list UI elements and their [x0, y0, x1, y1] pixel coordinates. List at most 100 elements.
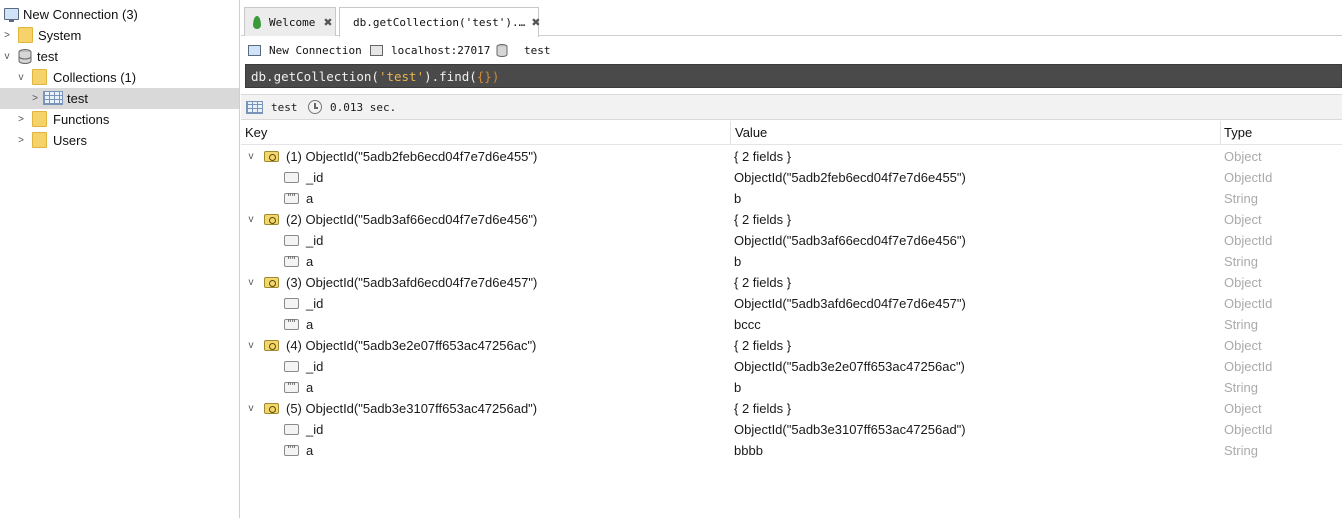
cell-key: a	[306, 317, 314, 332]
field-row[interactable]: _id ObjectId("5adb3e3107ff653ac47256ad") O…	[241, 419, 1342, 440]
tab-welcome[interactable]: Welcome ✖	[244, 7, 336, 36]
monitor-icon	[248, 45, 261, 56]
cell-value: ObjectId("5adb2feb6ecd04f7e7d6e455")	[734, 170, 966, 185]
column-header-value[interactable]: Value	[731, 121, 767, 145]
cell-value: b	[734, 254, 742, 269]
cell-value: { 2 fields }	[734, 338, 792, 353]
cell-type: String	[1224, 380, 1258, 395]
cell-key: _id	[306, 233, 324, 248]
chevron-right-icon[interactable]: >	[1, 25, 13, 46]
document-icon	[264, 214, 279, 225]
document-row[interactable]: v (1) ObjectId("5adb2feb6ecd04f7e7d6e455"…	[241, 146, 1342, 167]
database-icon	[496, 44, 508, 57]
field-row[interactable]: _id ObjectId("5adb3e2e07ff653ac47256ac") O…	[241, 356, 1342, 377]
field-row[interactable]: "" a bccc String	[241, 314, 1342, 335]
column-header-key[interactable]: Key	[241, 121, 267, 145]
collection-grid-icon	[246, 100, 263, 114]
cell-value: bccc	[734, 317, 761, 332]
chevron-down-icon[interactable]: v	[245, 398, 257, 419]
query-filter: {}	[476, 68, 492, 84]
chevron-down-icon[interactable]: v	[245, 146, 257, 167]
document-row[interactable]: v (2) ObjectId("5adb3af66ecd04f7e7d6e456"…	[241, 209, 1342, 230]
chevron-down-icon[interactable]: v	[245, 272, 257, 293]
chevron-right-icon[interactable]: >	[15, 130, 27, 151]
cell-type: String	[1224, 443, 1258, 458]
cell-type: ObjectId	[1224, 233, 1273, 248]
tree-item-users[interactable]: > Users	[0, 130, 239, 151]
document-row[interactable]: v (5) ObjectId("5adb3e3107ff653ac47256ad"…	[241, 398, 1342, 419]
string-field-icon: ""	[284, 319, 299, 330]
string-field-icon: ""	[284, 445, 299, 456]
document-icon	[264, 403, 279, 414]
cell-value: ObjectId("5adb3e3107ff653ac47256ad")	[734, 422, 966, 437]
document-icon	[264, 277, 279, 288]
field-row[interactable]: _id ObjectId("5adb3afd6ecd04f7e7d6e457") O…	[241, 293, 1342, 314]
tree-item-functions[interactable]: > Functions	[0, 109, 239, 130]
chevron-down-icon[interactable]: v	[245, 209, 257, 230]
info-connection-label: New Connection	[269, 44, 362, 57]
field-row[interactable]: "" a b String	[241, 188, 1342, 209]
cell-key: (4) ObjectId("5adb3e2e07ff653ac47256ac")	[286, 338, 537, 353]
document-row[interactable]: v (4) ObjectId("5adb3e2e07ff653ac47256ac"…	[241, 335, 1342, 356]
field-row[interactable]: "" a b String	[241, 377, 1342, 398]
tab-query[interactable]: db.getCollection('test').… ✖	[339, 7, 540, 37]
tree-item-label: test	[67, 91, 88, 106]
result-status-bar: test 0.013 sec.	[241, 94, 1342, 120]
tree-item-label: New Connection (3)	[23, 7, 138, 22]
tree-item-label: test	[37, 49, 58, 64]
cell-key: _id	[306, 359, 324, 374]
field-icon	[284, 424, 299, 435]
tree-item-collections[interactable]: v Collections (1)	[0, 67, 239, 88]
close-icon[interactable]: ✖	[531, 16, 540, 29]
chevron-down-icon[interactable]: v	[15, 67, 27, 88]
cell-value: bbbb	[734, 443, 763, 458]
tree-item-label: Functions	[53, 112, 110, 127]
field-row[interactable]: _id ObjectId("5adb2feb6ecd04f7e7d6e455") O…	[241, 167, 1342, 188]
status-time: 0.013 sec.	[308, 95, 396, 119]
column-header-type[interactable]: Type	[1220, 121, 1252, 145]
string-field-icon: ""	[284, 382, 299, 393]
info-database-label: test	[524, 44, 551, 57]
cell-key: a	[306, 191, 314, 206]
cell-value: ObjectId("5adb3e2e07ff653ac47256ac")	[734, 359, 965, 374]
query-method: ).find(	[424, 68, 477, 84]
cell-type: String	[1224, 317, 1258, 332]
cell-value: ObjectId("5adb3afd6ecd04f7e7d6e457")	[734, 296, 966, 311]
cell-type: ObjectId	[1224, 170, 1273, 185]
chevron-right-icon[interactable]: >	[29, 88, 41, 109]
status-collection: test	[246, 95, 298, 119]
cell-key: _id	[306, 170, 324, 185]
connection-info-bar: New Connection localhost:27017 test	[241, 37, 1342, 64]
tree-item-label: System	[38, 28, 82, 43]
field-icon	[284, 172, 299, 183]
string-field-icon: ""	[284, 256, 299, 267]
field-row[interactable]: "" a b String	[241, 251, 1342, 272]
info-server-label: localhost:27017	[391, 44, 491, 57]
chevron-down-icon[interactable]: v	[1, 46, 13, 67]
cell-key: a	[306, 443, 314, 458]
tree-item-system[interactable]: > System	[0, 25, 239, 46]
document-icon	[264, 340, 279, 351]
close-icon[interactable]: ✖	[323, 16, 332, 29]
chevron-down-icon[interactable]: v	[245, 335, 257, 356]
tree-item-database-test[interactable]: v test	[0, 46, 239, 67]
field-row[interactable]: _id ObjectId("5adb3af66ecd04f7e7d6e456") O…	[241, 230, 1342, 251]
field-row[interactable]: "" a bbbb String	[241, 440, 1342, 461]
field-icon	[284, 298, 299, 309]
query-editor[interactable]: db.getCollection('test').find({})	[245, 64, 1342, 88]
document-row[interactable]: v (3) ObjectId("5adb3afd6ecd04f7e7d6e457"…	[241, 272, 1342, 293]
cell-value: { 2 fields }	[734, 401, 792, 416]
tree-item-collection-test[interactable]: > test	[0, 88, 239, 109]
string-field-icon: ""	[284, 193, 299, 204]
cell-type: Object	[1224, 401, 1262, 416]
cell-key: (1) ObjectId("5adb2feb6ecd04f7e7d6e455")	[286, 149, 538, 164]
chevron-right-icon[interactable]: >	[15, 109, 27, 130]
cell-type: String	[1224, 254, 1258, 269]
cell-type: ObjectId	[1224, 359, 1273, 374]
server-icon	[370, 45, 383, 56]
cell-value: ObjectId("5adb3af66ecd04f7e7d6e456")	[734, 233, 966, 248]
cell-type: String	[1224, 191, 1258, 206]
query-prefix: db.getCollection(	[251, 68, 379, 84]
tab-label: db.getCollection('test').…	[353, 16, 526, 29]
tree-item-connection[interactable]: New Connection (3)	[0, 4, 239, 25]
